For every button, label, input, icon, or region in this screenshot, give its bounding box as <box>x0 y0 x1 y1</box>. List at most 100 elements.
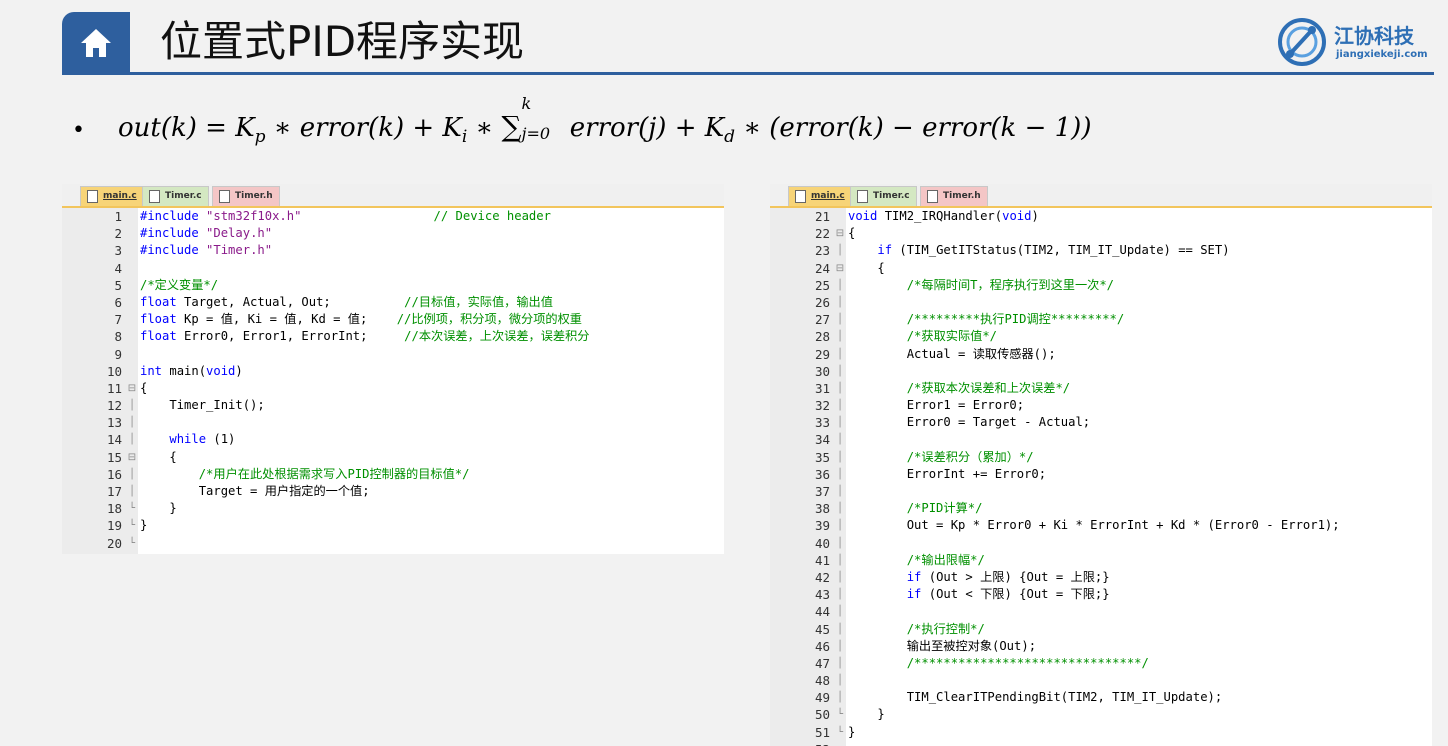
code-line[interactable]: 47 │ /*******************************/ <box>770 655 1432 672</box>
code-line[interactable]: 29 │ Actual = 读取传感器(); <box>770 346 1432 363</box>
code-line[interactable]: 45 │ /*执行控制*/ <box>770 621 1432 638</box>
tab-timer-h[interactable]: Timer.h <box>920 186 988 206</box>
code-line[interactable]: 32 │ Error1 = Error0; <box>770 397 1432 414</box>
fold-toggle-icon[interactable]: ⊟ <box>126 380 138 397</box>
code-line[interactable]: 36 │ ErrorInt += Error0; <box>770 466 1432 483</box>
comment: /*********执行PID调控*********/ <box>906 312 1125 327</box>
code-line[interactable]: 40 │ <box>770 535 1432 552</box>
code-editor-main[interactable]: main.c Timer.c Timer.h 1 #include "stm32f… <box>62 184 724 554</box>
code-line[interactable]: 18 └ } <box>62 500 724 517</box>
code-line[interactable]: 19 └} <box>62 517 724 534</box>
code-line[interactable]: 34 │ <box>770 431 1432 448</box>
code-line[interactable]: 3 #include "Timer.h" <box>62 242 724 259</box>
code-line[interactable]: 15 ⊟ { <box>62 449 724 466</box>
code-line[interactable]: 23 │ if (TIM_GetITStatus(TIM2, TIM_IT_Upd… <box>770 242 1432 259</box>
code-line[interactable]: 51 └} <box>770 724 1432 741</box>
code-line[interactable]: 25 │ /*每隔时间T，程序执行到这里一次*/ <box>770 277 1432 294</box>
code-text: } <box>140 500 176 517</box>
code-line[interactable]: 11 ⊟{ <box>62 380 724 397</box>
code-line[interactable]: 12 │ Timer_Init(); <box>62 397 724 414</box>
line-number: 37 <box>814 484 830 499</box>
keyword: int <box>140 363 163 378</box>
file-icon <box>927 190 938 203</box>
code-editor-timer[interactable]: main.c Timer.c Timer.h 21 void TIM2_IRQHa… <box>770 184 1432 746</box>
code-line[interactable]: 46 │ 输出至被控对象(Out); <box>770 638 1432 655</box>
code-line[interactable]: 9 <box>62 346 724 363</box>
code-line[interactable]: 31 │ /*获取本次误差和上次误差*/ <box>770 380 1432 397</box>
fold-toggle-icon[interactable]: ⊟ <box>126 449 138 466</box>
code-token: Error0 = Target - Actual; <box>848 415 1091 430</box>
home-button[interactable] <box>62 12 130 74</box>
file-icon <box>219 190 230 203</box>
code-line[interactable]: 13 │ <box>62 414 724 431</box>
code-line[interactable]: 48 │ <box>770 672 1432 689</box>
comment: /*用户在此处根据需求写入PID控制器的目标值*/ <box>198 466 470 481</box>
code-line[interactable]: 28 │ /*获取实际值*/ <box>770 328 1432 345</box>
fold-guide: │ <box>836 675 844 687</box>
line-number: 36 <box>814 466 830 482</box>
code-line[interactable]: 16 │ /*用户在此处根据需求写入PID控制器的目标值*/ <box>62 466 724 483</box>
code-line[interactable]: 7 float Kp = 值, Ki = 值, Kd = 值; //比例项，积分项… <box>62 311 724 328</box>
code-line[interactable]: 22 ⊟{ <box>770 225 1432 242</box>
line-number: 27 <box>814 312 830 328</box>
code-line[interactable]: 10 int main(void) <box>62 363 724 380</box>
tab-timer-h[interactable]: Timer.h <box>212 186 280 206</box>
code-text: /*获取实际值*/ <box>848 328 997 345</box>
fold-toggle-icon[interactable]: ⊟ <box>834 225 846 242</box>
line-number: 29 <box>814 346 830 362</box>
code-token: ) <box>235 363 243 378</box>
code-line[interactable]: 27 │ /*********执行PID调控*********/ <box>770 311 1432 328</box>
line-number: 6 <box>114 294 122 310</box>
code-line[interactable]: 5 /*定义变量*/ <box>62 277 724 294</box>
code-line[interactable]: 17 │ Target = 用户指定的一个值; <box>62 483 724 500</box>
code-line[interactable]: 37 │ <box>770 483 1432 500</box>
code-line[interactable]: 42 │ if (Out > 上限) {Out = 上限;} <box>770 569 1432 586</box>
code-line[interactable]: 30 │ <box>770 363 1432 380</box>
code-line[interactable]: 41 │ /*输出限幅*/ <box>770 552 1432 569</box>
code-line[interactable]: 4 <box>62 260 724 277</box>
code-line[interactable]: 35 │ /*误差积分（累加）*/ <box>770 449 1432 466</box>
fold-guide: │ <box>836 314 844 326</box>
code-line[interactable]: 14 │ while (1) <box>62 431 724 448</box>
code-line[interactable]: 52 <box>770 741 1432 746</box>
tab-main-c[interactable]: main.c <box>80 186 144 206</box>
code-token: TIM2_IRQHandler( <box>877 209 1003 223</box>
fold-guide: │ <box>836 331 844 343</box>
fold-guide: │ <box>836 589 844 601</box>
code-line[interactable]: 26 │ <box>770 294 1432 311</box>
line-number: 2 <box>114 226 122 242</box>
code-line[interactable]: 33 │ Error0 = Target - Actual; <box>770 414 1432 431</box>
home-icon <box>81 29 111 57</box>
line-number: 42 <box>814 569 830 585</box>
file-icon <box>87 190 98 203</box>
line-number: 17 <box>106 484 122 499</box>
code-line[interactable]: 20 └ <box>62 535 724 552</box>
line-number: 33 <box>814 415 830 431</box>
code-line[interactable]: 21 void TIM2_IRQHandler(void) <box>770 208 1432 225</box>
code-line[interactable]: 24 ⊟ { <box>770 260 1432 277</box>
code-line[interactable]: 1 #include "stm32f10x.h" // Device header <box>62 208 724 225</box>
code-line[interactable]: 6 float Target, Actual, Out; //目标值，实际值，输出… <box>62 294 724 311</box>
tab-timer-c[interactable]: Timer.c <box>850 186 917 206</box>
fold-guide: │ <box>836 571 844 583</box>
fold-toggle-icon[interactable]: ⊟ <box>834 260 846 277</box>
line-number: 30 <box>814 363 830 379</box>
code-text: Out = Kp * Error0 + Ki * ErrorInt + Kd *… <box>848 517 1340 534</box>
line-number: 10 <box>106 363 122 379</box>
code-line[interactable]: 49 │ TIM_ClearITPendingBit(TIM2, TIM_IT_U… <box>770 689 1432 706</box>
code-line[interactable]: 8 float Error0, Error1, ErrorInt; //本次误差，… <box>62 328 724 345</box>
code-line[interactable]: 39 │ Out = Kp * Error0 + Ki * ErrorInt + … <box>770 517 1432 534</box>
code-line[interactable]: 2 #include "Delay.h" <box>62 225 724 242</box>
code-line[interactable]: 38 │ /*PID计算*/ <box>770 500 1432 517</box>
tab-main-c[interactable]: main.c <box>788 186 852 206</box>
code-line[interactable]: 50 └ } <box>770 706 1432 723</box>
code-line[interactable]: 44 │ <box>770 603 1432 620</box>
line-number: 14 <box>106 432 122 448</box>
fold-guide: │ <box>836 537 844 549</box>
tab-timer-c[interactable]: Timer.c <box>142 186 209 206</box>
code-text: if (TIM_GetITStatus(TIM2, TIM_IT_Update)… <box>848 242 1229 259</box>
code-line[interactable]: 43 │ if (Out < 下限) {Out = 下限;} <box>770 586 1432 603</box>
code-token: main( <box>162 363 207 378</box>
